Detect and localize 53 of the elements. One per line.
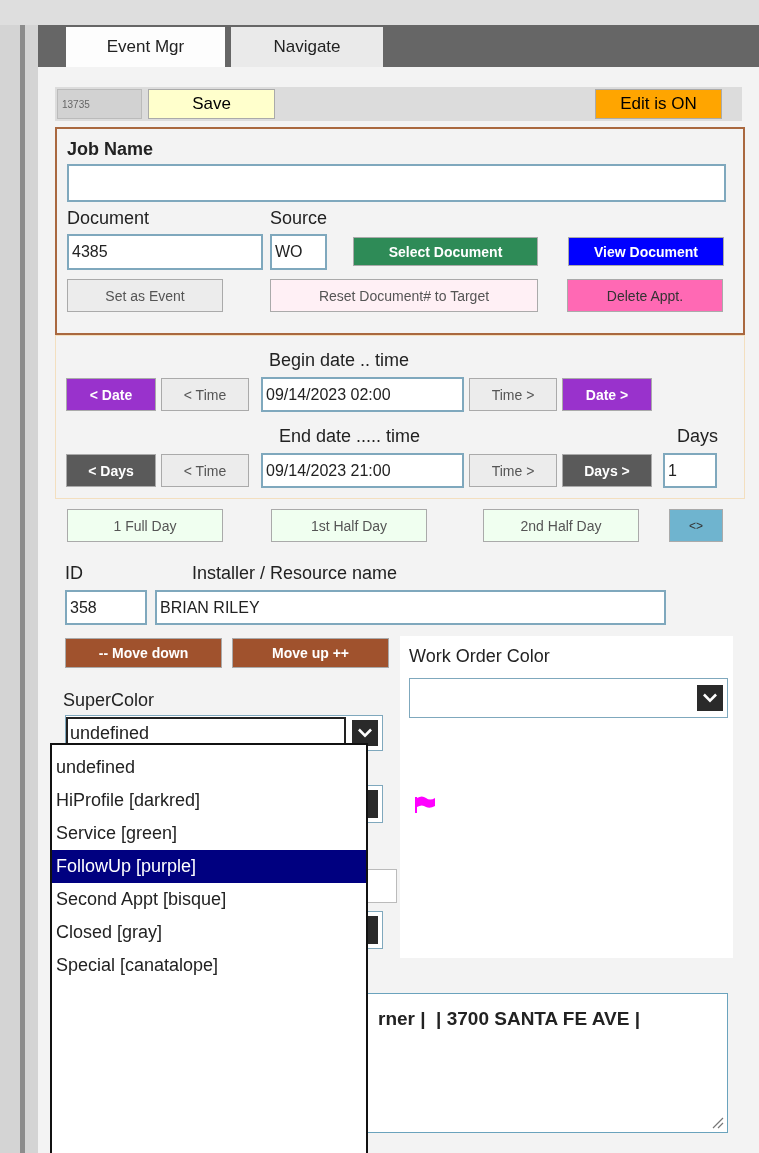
preset-button[interactable]: 1st Half Day	[271, 509, 427, 542]
record-number: 13735	[57, 89, 142, 119]
dropdown-option[interactable]: FollowUp [purple]	[52, 850, 366, 883]
id-field[interactable]: 358	[65, 590, 147, 625]
action-button[interactable]: Delete Appt.	[567, 279, 723, 312]
dropdown-option[interactable]: Second Appt [bisque]	[52, 883, 366, 916]
action-button[interactable]: Reset Document# to Target	[270, 279, 538, 312]
next-time-button[interactable]: Time >	[469, 454, 557, 487]
action-button[interactable]: Set as Event	[67, 279, 223, 312]
begin-date-field[interactable]: 09/14/2023 02:00	[261, 377, 464, 412]
tab[interactable]: Event Mgr	[66, 27, 225, 67]
begin-date-label: Begin date .. time	[269, 350, 411, 371]
job-name-label: Job Name	[67, 139, 155, 160]
source-field[interactable]: WO	[270, 233, 327, 270]
job-name-field[interactable]	[67, 164, 726, 202]
previous-date-button[interactable]: < Date	[66, 378, 156, 411]
next-time-button[interactable]: Time >	[469, 378, 557, 411]
next-date-button[interactable]: Date >	[562, 378, 652, 411]
document-label: Document	[67, 208, 151, 229]
previous-time-button[interactable]: < Time	[161, 378, 249, 411]
previous-time-button[interactable]: < Time	[161, 454, 249, 487]
source-label: Source	[270, 208, 328, 229]
work-order-color-select[interactable]	[409, 678, 728, 718]
dropdown-option[interactable]: Special [canatalope]	[52, 949, 366, 982]
document-button[interactable]: Select Document	[353, 237, 538, 266]
resource-name-field[interactable]: BRIAN RILEY	[155, 590, 666, 625]
chevron-down-icon	[697, 685, 723, 711]
preset-button[interactable]: 1 Full Day	[67, 509, 223, 542]
days-label: Days	[677, 426, 718, 447]
dropdown-option[interactable]: Closed [gray]	[52, 916, 366, 949]
tab[interactable]: Navigate	[231, 27, 383, 67]
document-button[interactable]: View Document	[568, 237, 724, 266]
move-button[interactable]: Move up ++	[232, 638, 389, 668]
end-date-field[interactable]: 09/14/2023 21:00	[261, 453, 464, 488]
save-button[interactable]: Save	[148, 89, 275, 119]
id-label: ID	[65, 563, 84, 584]
resource-name-label: Installer / Resource name	[192, 563, 398, 584]
dropdown-option[interactable]: HiProfile [darkred]	[52, 784, 366, 817]
next-days-button[interactable]: Days >	[562, 454, 652, 487]
resize-grip-icon	[710, 1115, 724, 1129]
previous-days-button[interactable]: < Days	[66, 454, 156, 487]
supercolor-label: SuperColor	[63, 690, 156, 711]
work-order-color-label: Work Order Color	[409, 646, 551, 667]
flag-icon	[414, 796, 436, 814]
preset-button[interactable]: 2nd Half Day	[483, 509, 639, 542]
edit-status-button[interactable]: Edit is ON	[595, 89, 722, 119]
preset-button[interactable]: <>	[669, 509, 723, 542]
days-field[interactable]: 1	[663, 453, 717, 488]
document-field[interactable]: 4385	[67, 233, 263, 270]
move-button[interactable]: -- Move down	[65, 638, 222, 668]
dropdown-option[interactable]: undefined	[52, 751, 366, 784]
end-date-label: End date ..... time	[279, 426, 422, 447]
dropdown-option[interactable]: Service [green]	[52, 817, 366, 850]
